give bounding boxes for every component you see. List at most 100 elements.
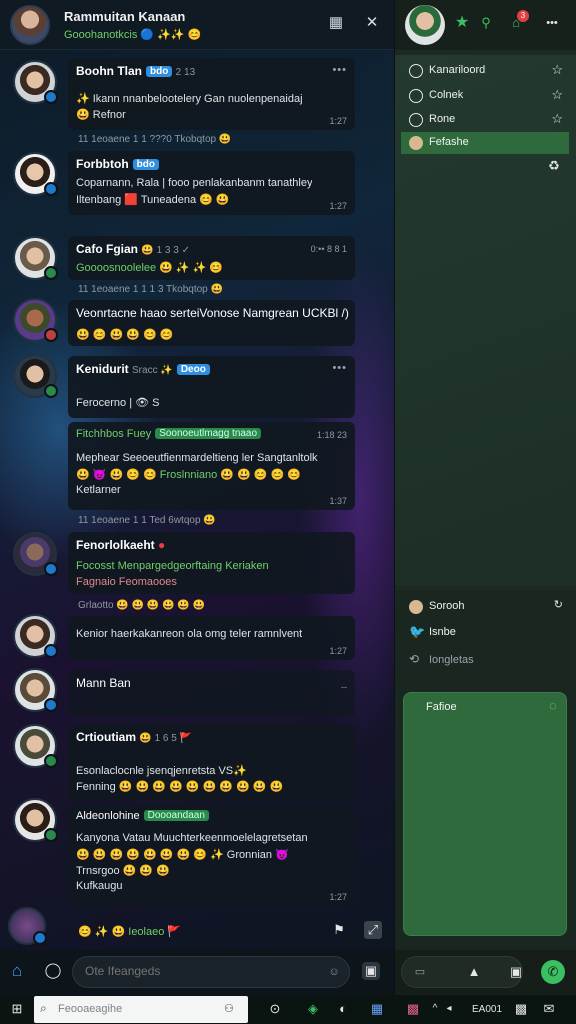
side-lower-section: Sorooh ↻ 🐦 Isnbe ⟲ Iongletas Fafioe ◌ — [395, 590, 576, 950]
message-bubble[interactable]: Aldeonlohine Doooandaan Kanyona Vatau Muu… — [68, 804, 355, 906]
avatar[interactable] — [13, 236, 58, 280]
message-text: 😃 😊 😃 😃 😊 😊 — [76, 329, 174, 341]
side-toolbar: ▭ ▲ ▣ ✆ — [395, 950, 576, 995]
whatsapp-icon[interactable]: ✆ — [541, 960, 565, 984]
avatar[interactable] — [13, 60, 58, 104]
message-text: ✨ Ikann nnanbelootelery Gan nuolenpenaid… — [76, 93, 303, 105]
chat-header: Rammuitan Kanaan Gooohanotkcis 🔵 ✨✨ 😊 ▦ … — [0, 0, 394, 50]
more-options-icon[interactable]: ••• — [332, 362, 347, 374]
app-icon[interactable]: ▦ — [368, 1000, 386, 1018]
star-icon[interactable]: ☆ — [551, 111, 563, 127]
profile-avatar[interactable] — [405, 5, 445, 45]
app-icon[interactable]: ◐ — [334, 1000, 352, 1018]
avatar[interactable] — [13, 298, 58, 342]
expand-icon[interactable]: ⤢ — [364, 921, 382, 939]
star-icon[interactable]: ☆ — [551, 87, 563, 103]
message-bubble[interactable]: Mann Ban -- — [68, 670, 355, 716]
qr-icon[interactable]: ▩ — [512, 1000, 530, 1018]
sender-name[interactable]: Forbbtoh bdo — [76, 157, 159, 171]
avatar[interactable] — [13, 724, 58, 768]
sender-name[interactable]: Cafo Fgian 😃 1 3 3 ✓ — [76, 242, 190, 256]
message-bubble[interactable]: Fenorlolkaeht ● Focosst Menpargedgeorfta… — [68, 532, 355, 594]
message-bubble[interactable]: Boohn Tlan bdo 2 13 ••• ✨ Ikann nnanbeloo… — [68, 58, 355, 130]
side-item-sorooh[interactable]: Sorooh ↻ — [401, 596, 569, 618]
close-icon[interactable]: ✕ — [360, 11, 384, 35]
task-view-icon[interactable]: ⊙ — [266, 1000, 284, 1018]
chat-subtitle: Gooohanotkcis 🔵 ✨✨ 😊 — [64, 29, 202, 41]
app-icon[interactable]: ▩ — [404, 1000, 422, 1018]
sender-name[interactable]: Kenidurit Sracc ✨ Deoo — [76, 362, 210, 376]
side-item-rone[interactable]: Rone ☆ — [401, 109, 569, 131]
side-item-iongletas[interactable]: ⟲ Iongletas — [401, 650, 569, 672]
side-panel: ★ ⚲ ⌂ 3 ••• Kanariloord ☆ Colnek ☆ Rone … — [395, 0, 576, 995]
refresh-icon[interactable]: ◌ — [544, 697, 562, 715]
avatar[interactable] — [13, 614, 58, 658]
volume-icon[interactable]: ◂ — [440, 1000, 458, 1018]
avatar[interactable] — [8, 907, 47, 945]
sender-name[interactable]: Fitchhbos Fuey Soonoeutlmagg tnaao — [76, 428, 262, 440]
sender-name[interactable]: Mann Ban — [76, 676, 131, 690]
notification-icon[interactable]: ✉ — [540, 1000, 558, 1018]
message-bubble[interactable]: Kenior haerkakanreon ola omg teler ramnl… — [68, 616, 355, 660]
avatar[interactable] — [13, 668, 58, 712]
start-icon[interactable]: ⊞ — [8, 1000, 26, 1018]
filter-icon[interactable]: ⚲ — [477, 14, 495, 32]
home-icon[interactable]: ⌂ — [8, 962, 26, 980]
side-item-isnbe[interactable]: 🐦 Isnbe — [401, 622, 569, 644]
reaction-summary[interactable]: 😊 ✨ 😃 Ieolaeo 🚩 — [78, 925, 181, 938]
side-item-fefashe[interactable]: Fefashe — [401, 132, 569, 154]
pin-icon[interactable]: ⚑ — [330, 921, 348, 939]
sender-name[interactable]: Boohn Tlan bdo 2 13 — [76, 64, 195, 78]
green-card[interactable]: Fafioe ◌ — [403, 692, 567, 936]
message-bubble[interactable]: Kenidurit Sracc ✨ Deoo ••• Ferocerno | 👁 … — [68, 356, 355, 418]
sender-name[interactable]: Fenorlolkaeht ● — [76, 538, 165, 552]
search-placeholder: Feooaeagihe — [58, 1003, 123, 1015]
notification-badge: 3 — [517, 10, 529, 22]
message-bubble[interactable]: Cafo Fgian 😃 1 3 3 ✓ Goooosnoolelee 😃 ✨ … — [68, 236, 355, 280]
chat-bubble-icon[interactable]: ◯ — [44, 962, 62, 980]
refresh-icon[interactable]: ↻ — [554, 598, 563, 611]
avatar[interactable] — [13, 354, 58, 398]
date-divider: 11 1eoaene 1 1 1 3 Tkobqtop 😃 — [78, 284, 223, 295]
avatar[interactable] — [13, 532, 58, 576]
message-text: Fagnaio Feomaooes — [76, 576, 177, 588]
emoji-icon[interactable]: ☺ — [325, 963, 343, 981]
message-bubble[interactable]: Forbbtoh bdo Coparnann, Rala | fooo penla… — [68, 151, 355, 215]
message-text: Kenior haerkakanreon ola omg teler ramnl… — [76, 628, 303, 640]
more-options-icon[interactable]: ••• — [543, 14, 561, 32]
copilot-icon: ⚇ — [224, 1003, 234, 1015]
message-bubble[interactable]: Veonrtacne haao serteiVonose Namgrean UC… — [68, 300, 355, 346]
chat-title[interactable]: Rammuitan Kanaan — [64, 9, 185, 24]
side-item-kanariloord[interactable]: Kanariloord ☆ — [401, 60, 569, 82]
message-composer: ⌂ ◯ ☺ ▣ — [0, 950, 394, 995]
avatar-icon — [409, 600, 423, 614]
box-icon[interactable]: ▭ — [411, 963, 429, 981]
taskbar-search[interactable]: ⌕ Feooaeagihe ⚇ — [34, 996, 248, 1023]
sender-name[interactable]: Veonrtacne haao serteiVonose Namgrean UC… — [76, 306, 349, 320]
message-bubble[interactable]: Crtioutiam 😃 1 6 5 🚩 Esonlaclocnle jsenq… — [68, 724, 355, 800]
grid-icon[interactable]: ▦ — [324, 11, 348, 35]
sender-name[interactable]: Aldeonlohine Doooandaan — [76, 810, 209, 822]
card-label: Fafioe — [426, 701, 457, 713]
save-icon[interactable]: ▣ — [507, 963, 525, 981]
more-options-icon[interactable]: ••• — [332, 64, 347, 76]
message-bubble[interactable]: Fitchhbos Fuey Soonoeutlmagg tnaao 1:18 2… — [68, 422, 355, 510]
sender-tag: bdo — [146, 66, 173, 77]
sender-name[interactable]: Crtioutiam 😃 1 6 5 🚩 — [76, 730, 192, 744]
chat-avatar[interactable] — [10, 5, 50, 45]
attach-icon[interactable]: ▣ — [362, 962, 380, 980]
star-icon[interactable]: ☆ — [551, 62, 563, 78]
message-text: Kufkaugu — [76, 880, 123, 892]
app-icon[interactable]: ◈ — [304, 1000, 322, 1018]
warning-icon[interactable]: ▲ — [465, 963, 483, 981]
message-text: Iltenbang 🟥 Tuneadena 😊 😃 — [76, 194, 230, 206]
avatar[interactable] — [13, 798, 58, 842]
message-text: 😃 😈 😃 😊 😊 Froslnniano 😃 😃 😊 😊 😊 — [76, 469, 302, 481]
message-text: Goooosnoolelee 😃 ✨ ✨ 😊 — [76, 262, 224, 274]
recycle-icon[interactable]: ♻ — [545, 157, 563, 175]
message-input[interactable] — [85, 964, 325, 978]
avatar[interactable] — [13, 152, 58, 196]
side-item-colnek[interactable]: Colnek ☆ — [401, 85, 569, 107]
message-text: Coparnann, Rala | fooo penlakanbanm tana… — [76, 177, 313, 189]
star-icon[interactable]: ★ — [453, 14, 471, 32]
